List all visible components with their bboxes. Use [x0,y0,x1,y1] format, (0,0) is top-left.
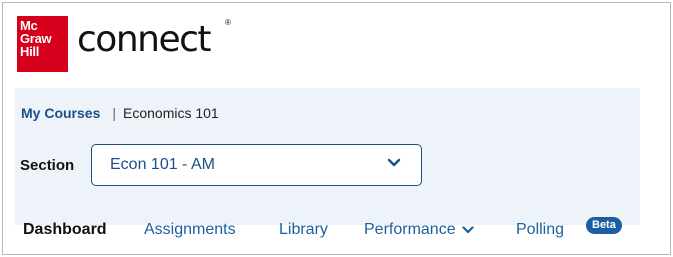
breadcrumb-my-courses-link[interactable]: My Courses [21,105,100,121]
app-frame: Mc Graw Hill connect ® My Courses | Econom… [2,2,671,255]
tab-dashboard[interactable]: Dashboard [23,221,107,239]
chevron-down-icon [461,226,474,233]
connect-wordmark[interactable]: connect [77,20,212,60]
section-label: Section [20,157,75,174]
beta-badge: Beta [586,217,622,234]
tab-performance[interactable]: Performance [364,221,474,239]
registered-mark: ® [225,18,231,27]
breadcrumb-separator: | [112,105,116,121]
breadcrumb-current-course: Economics 101 [123,105,219,121]
section-select[interactable]: Econ 101 - AM [91,144,422,186]
section-selected-value: Econ 101 - AM [110,156,215,173]
course-context-panel: My Courses | Economics 101 Section Econ 10… [15,88,640,225]
mcgraw-hill-logo[interactable]: Mc Graw Hill [17,16,68,72]
tab-polling[interactable]: Polling [516,221,564,239]
tab-assignments[interactable]: Assignments [144,221,236,239]
course-nav: Dashboard Assignments Library Performanc… [3,208,673,248]
tab-library[interactable]: Library [279,221,328,239]
chevron-down-icon [387,158,401,167]
tab-performance-label: Performance [364,221,456,238]
breadcrumb: My Courses | Economics 101 [21,105,219,121]
logo-line: Hill [20,44,40,59]
